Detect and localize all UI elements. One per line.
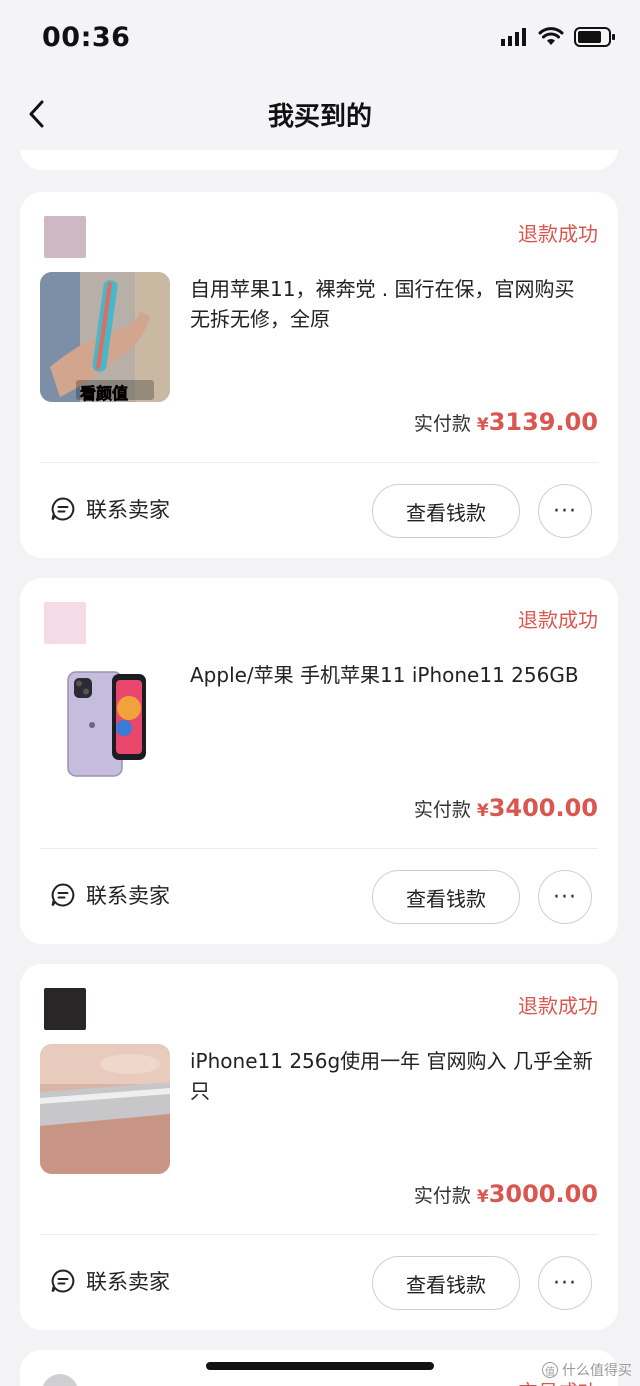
battery-icon xyxy=(574,27,615,47)
price-amount: 3000.00 xyxy=(488,1180,598,1208)
product-title[interactable]: iPhone11 256g使用一年 官网购入 几乎全新 只 xyxy=(190,1046,600,1106)
watermark: 值 什么值得买 xyxy=(542,1360,632,1380)
order-card[interactable]: 退款成功 看颜值 自用苹果11，裸奔党 . 国行在保，官网购买 无拆无修，全原 … xyxy=(20,192,618,558)
divider xyxy=(40,848,598,849)
product-image xyxy=(40,1044,170,1174)
contact-seller-button[interactable]: 联系卖家 xyxy=(50,880,170,910)
price-label: 实付款 xyxy=(413,413,471,435)
price-label: 实付款 xyxy=(413,799,471,821)
order-card[interactable]: 退款成功 iPhone11 256g使用一年 官网购入 几乎全新 只 实付款 ¥… xyxy=(20,964,618,1330)
currency-symbol: ¥ xyxy=(476,415,489,435)
product-title[interactable]: 自用苹果11，裸奔党 . 国行在保，官网购买 无拆无修，全原 xyxy=(190,274,600,334)
view-payment-button[interactable]: 查看钱款 xyxy=(372,870,520,924)
price-row: 实付款 ¥ 3400.00 xyxy=(414,794,598,822)
page-title: 我买到的 xyxy=(267,102,372,132)
product-thumbnail[interactable] xyxy=(40,658,170,788)
product-thumbnail[interactable]: 看颜值 xyxy=(40,272,170,402)
cellular-signal-icon xyxy=(501,28,526,46)
more-options-button[interactable]: ··· xyxy=(538,870,592,924)
contact-seller-button[interactable]: 联系卖家 xyxy=(50,1266,170,1296)
divider xyxy=(40,462,598,463)
order-card-partial xyxy=(20,150,618,170)
product-image xyxy=(40,658,170,788)
order-card[interactable]: 退款成功 Apple/苹果 手机苹果11 iPhone11 256GB 实付款 … xyxy=(20,578,618,944)
price-amount: 3139.00 xyxy=(488,408,598,436)
order-status: 退款成功 xyxy=(518,222,598,246)
wifi-icon xyxy=(538,27,564,45)
contact-seller-label: 联系卖家 xyxy=(86,1270,170,1294)
navigation-bar: 我买到的 xyxy=(0,78,640,150)
view-payment-button[interactable]: 查看钱款 xyxy=(372,484,520,538)
price-row: 实付款 ¥ 3139.00 xyxy=(414,408,598,436)
chat-icon xyxy=(51,883,75,907)
price-row: 实付款 ¥ 3000.00 xyxy=(414,1180,598,1208)
contact-seller-label: 联系卖家 xyxy=(86,498,170,522)
order-list[interactable]: 退款成功 看颜值 自用苹果11，裸奔党 . 国行在保，官网购买 无拆无修，全原 … xyxy=(0,150,640,1386)
status-bar: 00:36 xyxy=(0,0,640,78)
product-title[interactable]: Apple/苹果 手机苹果11 iPhone11 256GB xyxy=(190,660,600,690)
divider xyxy=(40,1234,598,1235)
thumb-caption: 看颜值 xyxy=(80,384,129,402)
chat-icon xyxy=(51,1269,75,1293)
status-time: 00:36 xyxy=(42,22,131,53)
product-thumbnail[interactable] xyxy=(40,1044,170,1174)
more-options-button[interactable]: ··· xyxy=(538,484,592,538)
seller-avatar xyxy=(44,602,86,644)
home-indicator[interactable] xyxy=(206,1362,434,1370)
contact-seller-button[interactable]: 联系卖家 xyxy=(50,494,170,524)
chat-icon xyxy=(51,497,75,521)
price-amount: 3400.00 xyxy=(488,794,598,822)
currency-symbol: ¥ xyxy=(476,801,489,821)
currency-symbol: ¥ xyxy=(476,1187,489,1207)
status-icons xyxy=(500,26,616,48)
seller-avatar xyxy=(44,216,86,258)
watermark-text: 什么值得买 xyxy=(562,1363,632,1379)
view-payment-button[interactable]: 查看钱款 xyxy=(372,1256,520,1310)
order-status: 退款成功 xyxy=(518,994,598,1018)
price-label: 实付款 xyxy=(413,1185,471,1207)
more-options-button[interactable]: ··· xyxy=(538,1256,592,1310)
contact-seller-label: 联系卖家 xyxy=(86,884,170,908)
watermark-badge: 值 xyxy=(542,1362,558,1378)
order-status: 退款成功 xyxy=(518,608,598,632)
seller-avatar xyxy=(44,988,86,1030)
seller-avatar xyxy=(42,1374,78,1386)
